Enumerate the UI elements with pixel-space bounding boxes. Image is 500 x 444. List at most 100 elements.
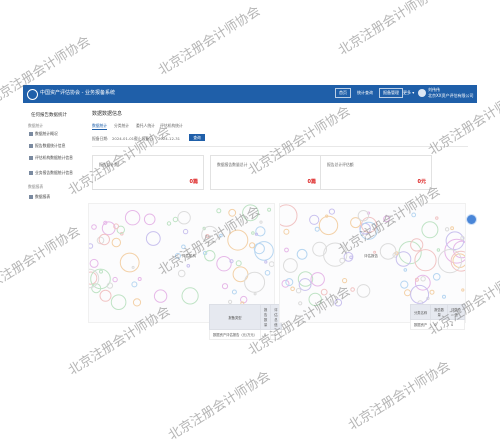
decorative-bubble (228, 208, 237, 217)
decorative-bubble (99, 269, 103, 274)
nav-home[interactable]: 首页 (335, 88, 351, 98)
bubble-chart-right: 评估报告 分类名称 报告数量 评估总值 数据资产 0 0 (279, 203, 466, 330)
tab-category-stats[interactable]: 分类统计 (114, 123, 129, 129)
decorative-bubble (201, 225, 219, 244)
decorative-bubble (343, 252, 354, 262)
decorative-bubble (89, 271, 98, 285)
floating-action-button[interactable] (466, 214, 477, 225)
decorative-bubble (268, 261, 274, 267)
decorative-bubble (411, 212, 417, 218)
decorative-bubble (259, 220, 263, 224)
card-value: 0元 (417, 179, 426, 185)
top-nav-bar: 中国资产评估协会 - 业务报备系统 首页 统计查询 报备管理 更多 ▾ 刘伟伟 … (23, 85, 477, 103)
user-info[interactable]: 刘伟伟 北京XX资产评估有限公司 (428, 87, 473, 99)
watermark-text: 北京注册会计师协会 (155, 3, 264, 79)
decorative-bubble (131, 265, 135, 269)
chart-tag: 评估报告 (363, 254, 379, 259)
user-org: 北京XX资产评估有限公司 (428, 93, 474, 98)
nav-stats[interactable]: 统计查询 (357, 90, 373, 96)
sidebar-item-data-report[interactable]: 数据报表 (29, 194, 50, 200)
watermark-text: 北京注册会计师协会 (165, 368, 274, 444)
decorative-bubble (350, 287, 355, 292)
decorative-bubble (219, 233, 223, 238)
chart-icon (29, 156, 33, 160)
end-date-label: 截止报备日: (134, 136, 155, 141)
decorative-bubble (308, 292, 322, 307)
watermark-text: 北京注册会计师协会 (335, 0, 444, 59)
decorative-bubble (253, 292, 257, 296)
decorative-bubble (232, 266, 249, 283)
stat-card-report-count: 报告总计数 0篇 (92, 155, 204, 190)
card-label: 报告总计数 (99, 162, 118, 167)
decorative-bubble (373, 250, 377, 254)
decorative-bubble (421, 221, 439, 239)
table-icon (29, 195, 33, 199)
decorative-bubble (111, 237, 121, 248)
sidebar-group-stats: 数据统计 (28, 123, 44, 128)
logo-icon (27, 89, 38, 100)
stat-card-data-report-count: 数据报告数量总计 0篇 (210, 155, 322, 190)
tab-client-stats[interactable]: 委托人统计 (136, 123, 155, 129)
decorative-bubble (445, 231, 465, 251)
decorative-bubble (280, 204, 298, 227)
decorative-bubble (318, 215, 339, 236)
chart-icon (29, 144, 33, 148)
decorative-bubble (309, 214, 320, 225)
decorative-bubble (124, 210, 141, 226)
decorative-bubble (143, 213, 156, 226)
decorative-bubble (98, 233, 110, 246)
end-date-input[interactable]: 2024-12-31 (158, 136, 180, 141)
decorative-bubble (242, 204, 259, 222)
decorative-bubble (131, 281, 138, 288)
decorative-bubble (267, 207, 272, 212)
decorative-bubble (414, 274, 431, 291)
sidebar-item-org-stats[interactable]: 评估机构数据统计信息 (29, 155, 73, 161)
query-button[interactable]: 查询 (189, 134, 205, 141)
sidebar-item-report-stats[interactable]: 报告数据统计信息 (29, 143, 65, 149)
decorative-bubble (244, 271, 266, 293)
decorative-bubble (182, 228, 189, 235)
chart-icon (29, 171, 33, 175)
decorative-bubble (216, 208, 222, 214)
decorative-bubble (221, 283, 229, 290)
watermark-text: 北京注册会计师协会 (345, 358, 454, 434)
decorative-bubble (444, 227, 450, 232)
nav-more[interactable]: 更多 ▾ (403, 90, 414, 96)
start-date-label: 报备日期: (92, 136, 109, 141)
summary-table-left: 报备类型 报告数量 评估总值 数据资产评估报告（元/万元） 0 0 (209, 304, 282, 340)
decorative-bubble (432, 273, 441, 281)
decorative-bubble (296, 248, 308, 260)
decorative-bubble (328, 208, 336, 215)
sidebar-item-business-stats[interactable]: 业务报告数据统计信息 (29, 170, 73, 176)
start-date-input[interactable]: 2024-01-01 (112, 136, 134, 141)
decorative-bubble (264, 270, 271, 276)
decorative-bubble (400, 280, 409, 289)
page-title: 数据数据信息 (92, 111, 123, 117)
decorative-bubble (349, 255, 353, 260)
decorative-bubble (231, 289, 237, 295)
table-row: 数据资产 0 0 (409, 319, 465, 330)
decorative-bubble (89, 258, 99, 268)
decorative-bubble (112, 276, 118, 283)
decorative-bubble (110, 294, 127, 310)
sidebar-header: 任何报告数据统计 (31, 113, 67, 118)
tab-data-stats[interactable]: 数据统计 (92, 123, 108, 130)
decorative-bubble (284, 247, 289, 253)
sidebar-item-overview[interactable]: 数据统计概况 (29, 131, 58, 137)
table-row: 数据资产评估报告（元/万元） 0 0 (209, 329, 282, 340)
nav-report[interactable]: 报备管理 (379, 88, 403, 98)
summary-table-right: 分类名称 报告数量 评估总值 数据资产 0 0 (409, 304, 465, 330)
decorative-bubble (89, 243, 94, 249)
decorative-bubble (137, 277, 142, 281)
decorative-bubble (320, 288, 328, 296)
decorative-bubble (186, 264, 191, 268)
tab-org-stats[interactable]: 评估机构统计 (160, 123, 183, 129)
avatar[interactable] (418, 89, 426, 97)
decorative-bubble (414, 277, 419, 282)
decorative-bubble (435, 216, 439, 220)
decorative-bubble (253, 243, 265, 255)
sidebar: 任何报告数据统计 数据统计 数据统计概况 报告数据统计信息 评估机构数据统计信息… (23, 103, 81, 323)
decorative-bubble (145, 231, 161, 246)
decorative-bubble (177, 269, 186, 278)
decorative-bubble (205, 233, 210, 239)
